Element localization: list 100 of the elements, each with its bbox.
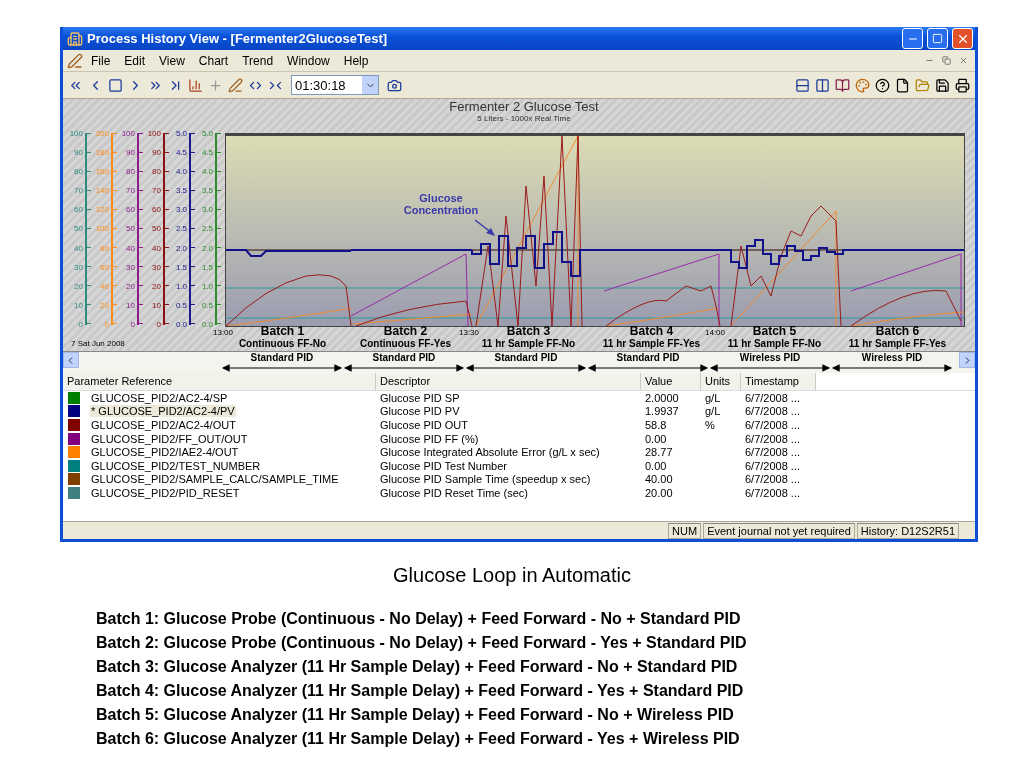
- axis-tick-label: 60: [100, 262, 109, 272]
- column-header[interactable]: Descriptor: [376, 373, 641, 390]
- menu-item[interactable]: View: [153, 51, 191, 70]
- axis-tick-label: 3.0: [175, 205, 187, 215]
- axis-tick-label: 0: [78, 319, 83, 329]
- batch-note: Batch 5: Glucose Analyzer (11 Hr Sample Delay) + Feed Forward - No + Wireless PID: [96, 705, 735, 725]
- table-cell-text: 6/7/2008 ...: [744, 405, 802, 418]
- batch-label: Batch 6: [875, 325, 920, 338]
- axis-tick-label: 2.5: [175, 224, 187, 234]
- table-cell-text: 0.00: [644, 432, 668, 445]
- menu-item[interactable]: Help: [337, 51, 375, 70]
- palette-button[interactable]: [854, 76, 871, 94]
- batch-mode: Continuous FF-No: [238, 338, 327, 350]
- axis-tick-label: 100: [69, 129, 83, 138]
- column-header[interactable]: Parameter Reference: [63, 373, 376, 390]
- table-cell-text: %: [704, 419, 716, 431]
- axis-tick-label: 50: [126, 224, 135, 234]
- axis-tick-label: 10: [126, 300, 135, 310]
- table-cell-text: GLUCOSE_PID2/AC2-4/SP: [90, 391, 229, 404]
- axis-tick-label: 70: [152, 186, 161, 196]
- menu-item[interactable]: Trend: [236, 51, 280, 70]
- batch-mode: 11 hr Sample FF-Yes: [602, 338, 701, 350]
- rows-button[interactable]: [794, 76, 811, 94]
- batch-note: Batch 3: Glucose Analyzer (11 Hr Sample Delay) + Feed Forward - No + Standard PID: [96, 657, 739, 677]
- chart-title: Fermenter 2 Glucose Test: [449, 99, 599, 114]
- axis-tick-label: 100: [121, 129, 135, 138]
- axis-tick-label: 0: [104, 319, 109, 329]
- minimize-button[interactable]: [902, 28, 923, 49]
- axis-tick-label: 20: [126, 281, 135, 291]
- time-label: 13:00: [213, 328, 234, 337]
- table-cell-text: GLUCOSE_PID2/SAMPLE_CALC/SAMPLE_TIME: [90, 473, 340, 486]
- column-header[interactable]: Value: [641, 373, 701, 390]
- menu-item[interactable]: File: [85, 51, 117, 70]
- batch-mode: 11 hr Sample FF-No: [727, 338, 822, 350]
- axis-tick-label: 60: [74, 205, 83, 215]
- axis-tick-label: 5.0: [201, 129, 213, 138]
- axis-tick-label: 30: [126, 262, 135, 272]
- table-cell-text: Glucose PID Reset Time (sec): [379, 486, 529, 499]
- axis-tick-label: 1.5: [175, 262, 187, 272]
- columns-button[interactable]: [814, 76, 831, 94]
- chart-button[interactable]: [187, 76, 204, 94]
- close-icon: [959, 56, 968, 65]
- menu-item[interactable]: Window: [281, 51, 336, 70]
- frame-button[interactable]: [107, 76, 124, 94]
- menu-item[interactable]: Chart: [192, 51, 235, 70]
- axis-tick-label: 3.0: [201, 205, 213, 215]
- table-cell-text: Glucose PID Sample Time (speedup x sec): [379, 473, 592, 486]
- time-combo-box[interactable]: 01:30:18: [291, 75, 379, 95]
- frame-icon: [108, 77, 123, 93]
- batch-mode: 11 hr Sample FF-No: [481, 338, 576, 350]
- table-cell-text: Glucose PID SP: [379, 391, 461, 404]
- close-button[interactable]: [952, 28, 973, 49]
- maximize-button[interactable]: [927, 28, 948, 49]
- help-button[interactable]: [874, 76, 891, 94]
- time-label: 14:00: [705, 328, 726, 337]
- axis-tick-label: 0.0: [201, 319, 213, 329]
- axis-tick-label: 80: [100, 243, 109, 253]
- table-cell-text: GLUCOSE_PID2/IAE2-4/OUT: [90, 446, 240, 459]
- axis-tick-label: 30: [152, 262, 161, 272]
- axis-tick-label: 3.5: [175, 186, 187, 196]
- axis-tick-label: 2.0: [201, 243, 213, 253]
- axis-tick-label: 60: [152, 205, 161, 215]
- menu-item[interactable]: Edit: [118, 51, 152, 70]
- batch-label: Batch 4: [629, 325, 674, 338]
- table-cell-text: Glucose Integrated Absolute Error (g/L x sec): [379, 446, 601, 459]
- table-cell-text: 6/7/2008 ...: [744, 419, 802, 431]
- table-cell-text: 6/7/2008 ...: [744, 432, 802, 445]
- batch-note: Batch 6: Glucose Analyzer (11 Hr Sample Delay) + Feed Forward - Yes + Wireless PID: [96, 729, 741, 749]
- axis-tick-label: 70: [74, 186, 83, 196]
- table-cell-text: * GLUCOSE_PID2/AC2-4/PV: [90, 405, 237, 418]
- batch-label: Batch 1: [260, 325, 305, 338]
- column-header[interactable]: Timestamp: [741, 373, 816, 390]
- table-cell-text: 40.00: [644, 473, 674, 486]
- axis-tick-label: 4.0: [201, 167, 213, 177]
- axis-tick-label: 180: [95, 148, 109, 158]
- column-header[interactable]: Units: [701, 373, 741, 390]
- axis-tick-label: 80: [74, 167, 83, 177]
- axis-tick-label: 80: [126, 167, 135, 177]
- restore-icon: [942, 56, 951, 65]
- book-button[interactable]: [834, 76, 851, 94]
- new-file-button[interactable]: [894, 76, 911, 94]
- batch-mode: 11 hr Sample FF-Yes: [848, 338, 947, 350]
- batch-note: Batch 1: Glucose Probe (Continuous - No Delay) + Feed Forward - No + Standard PID: [96, 609, 742, 629]
- batch-label: Batch 3: [506, 325, 551, 338]
- axis-tick-label: 2.0: [175, 243, 187, 253]
- table-cell-text: GLUCOSE_PID2/TEST_NUMBER: [90, 459, 262, 472]
- status-pane: History: D12S2R51: [856, 522, 959, 539]
- batch-pid: Wireless PID: [861, 352, 923, 364]
- table-cell-text: g/L: [704, 391, 722, 404]
- edit-button[interactable]: [227, 76, 244, 94]
- axis-tick-label: 30: [74, 262, 83, 272]
- chart-subtitle: 5 Liters - 1000x Real Time: [477, 114, 571, 123]
- save-button[interactable]: [934, 76, 951, 94]
- axis-tick-label: 90: [152, 148, 161, 158]
- slide-caption: Glucose Loop in Automatic: [393, 564, 631, 587]
- axis-tick-label: 50: [74, 224, 83, 234]
- print-button[interactable]: [954, 76, 971, 94]
- axis-tick-label: 60: [126, 205, 135, 215]
- axis-tick-label: 1.5: [201, 262, 213, 272]
- axis-tick-label: 140: [95, 186, 109, 196]
